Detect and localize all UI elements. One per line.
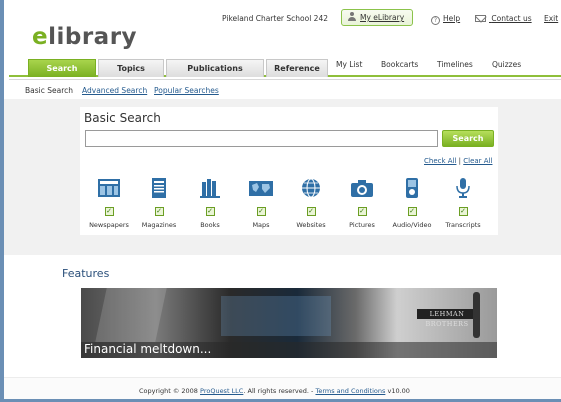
advanced-search-link[interactable]: Advanced Search — [82, 86, 147, 95]
mail-icon — [475, 15, 486, 22]
books-icon — [200, 179, 220, 198]
books-label: Books — [200, 221, 220, 229]
help-link[interactable]: ? Help — [431, 14, 460, 25]
main-nav: Search Topics Publications Reference — [9, 59, 561, 77]
category-websites: ✓ Websites — [286, 178, 336, 229]
media-player-icon — [406, 178, 418, 198]
clear-all-link[interactable]: Clear All — [463, 157, 492, 165]
websites-label: Websites — [296, 221, 326, 229]
breadcrumb-current: Basic Search — [25, 86, 74, 95]
transcripts-label: Transcripts — [445, 221, 481, 229]
newspapers-label: Newspapers — [89, 221, 129, 229]
feature-person — [473, 292, 480, 338]
category-newspapers: ✓ Newspapers — [84, 178, 134, 229]
proquest-link[interactable]: ProQuest LLC — [200, 387, 243, 395]
footer-version: v10.00 — [387, 387, 410, 395]
search-button[interactable]: Search — [442, 130, 494, 147]
nav-my-list[interactable]: My List — [336, 60, 362, 69]
my-elibrary-label: My eLibrary — [360, 13, 405, 22]
search-title: Basic Search — [84, 111, 161, 125]
footer-copyright: Copyright © 2008 — [139, 387, 198, 395]
map-icon — [249, 181, 273, 196]
features-heading: Features — [62, 267, 110, 280]
nav-quizzes[interactable]: Quizzes — [492, 60, 521, 69]
logo-text: library — [48, 24, 138, 50]
popular-searches-label[interactable]: Popular Searches — [154, 86, 219, 95]
microphone-icon — [456, 178, 470, 198]
maps-checkbox[interactable]: ✓ — [256, 207, 266, 216]
nav-timelines[interactable]: Timelines — [437, 60, 473, 69]
globe-icon — [302, 178, 320, 198]
audio-video-checkbox[interactable]: ✓ — [407, 207, 417, 216]
books-checkbox[interactable]: ✓ — [205, 207, 215, 216]
pictures-label: Pictures — [349, 221, 375, 229]
pictures-checkbox[interactable]: ✓ — [357, 207, 367, 216]
category-audio-video: ✓ Audio/Video — [387, 178, 437, 229]
magazine-icon — [152, 178, 166, 198]
elibrary-logo[interactable]: elibrary — [32, 24, 137, 50]
terms-link[interactable]: Terms and Conditions — [315, 387, 385, 395]
feature-building-left — [95, 288, 167, 342]
category-magazines: ✓ Magazines — [134, 178, 184, 229]
check-all-link[interactable]: Check All — [424, 157, 456, 165]
tab-reference[interactable]: Reference — [266, 59, 328, 77]
nav-divider — [9, 79, 561, 80]
newspapers-checkbox[interactable]: ✓ — [104, 207, 114, 216]
magazines-checkbox[interactable]: ✓ — [154, 207, 164, 216]
contact-label: Contact us — [491, 14, 532, 23]
footer-text: Copyright © 2008 ProQuest LLC. All right… — [139, 387, 410, 395]
user-icon — [348, 12, 357, 21]
help-icon: ? — [431, 16, 440, 25]
exit-link[interactable]: Exit — [544, 14, 558, 23]
feature-caption: Financial meltdown... — [81, 342, 497, 358]
newspaper-icon — [98, 179, 120, 197]
feature-sign: LEHMAN BROTHERS — [417, 309, 477, 328]
category-transcripts: ✓ Transcripts — [438, 178, 488, 229]
help-label: Help — [443, 14, 461, 23]
websites-checkbox[interactable]: ✓ — [306, 207, 316, 216]
camera-icon — [351, 180, 373, 197]
category-books: ✓ Books — [185, 178, 235, 229]
logo-e: e — [32, 24, 49, 50]
feature-screens — [221, 296, 331, 336]
audio-video-label: Audio/Video — [392, 221, 432, 229]
school-name: Pikeland Charter School 242 — [222, 14, 328, 23]
tab-publications[interactable]: Publications — [166, 59, 264, 77]
feature-image[interactable]: LEHMAN BROTHERS Financial meltdown... — [81, 288, 497, 358]
tab-search[interactable]: Search — [28, 59, 96, 77]
my-elibrary-button[interactable]: My eLibrary — [341, 9, 413, 26]
check-clear-links: Check All | Clear All — [424, 157, 492, 165]
magazines-label: Magazines — [141, 221, 177, 229]
search-input[interactable] — [85, 130, 438, 147]
tab-topics[interactable]: Topics — [98, 59, 164, 77]
transcripts-checkbox[interactable]: ✓ — [458, 207, 468, 216]
advanced-search-label[interactable]: Advanced Search — [82, 86, 147, 95]
contact-link[interactable]: Contact us — [475, 14, 532, 23]
maps-label: Maps — [252, 221, 270, 229]
popular-searches-link[interactable]: Popular Searches — [154, 86, 219, 95]
category-maps: ✓ Maps — [236, 178, 286, 229]
footer-rights: . All rights reserved. - — [243, 387, 314, 395]
category-pictures: ✓ Pictures — [337, 178, 387, 229]
nav-bookcarts[interactable]: Bookcarts — [381, 60, 418, 69]
